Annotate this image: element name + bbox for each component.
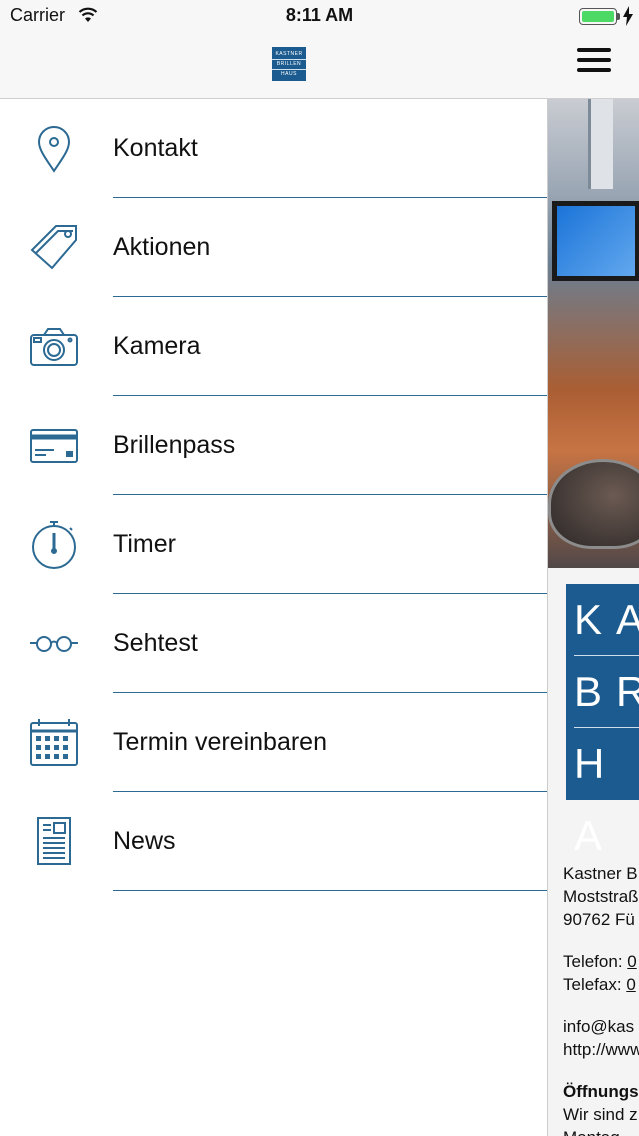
status-bar: Carrier 8:11 AM [0,0,639,32]
hours-day: Montag [563,1128,620,1136]
menu-item-label: Termin vereinbaren [113,728,327,756]
phone-link[interactable]: 0 [627,952,636,971]
stopwatch-icon [24,519,84,571]
battery-icon [579,8,617,25]
logo-row: H A [574,740,619,859]
menu-item-label: Kamera [113,332,201,360]
camera-icon [24,321,84,373]
hours-text: Wir sind z [563,1105,638,1124]
battery-tip [617,13,620,20]
fax-link[interactable]: 0 [626,975,635,994]
shelf-shape [588,99,613,189]
phone-label: Telefon: [563,952,628,971]
menu-item-timer[interactable]: Timer [0,495,547,594]
address-line: Kastner B [563,864,638,883]
menu-item-brillenpass[interactable]: Brillenpass [0,396,547,495]
menu-item-sehtest[interactable]: Sehtest [0,594,547,693]
hamburger-icon-bar [577,58,611,62]
status-time: 8:11 AM [285,5,354,25]
newspaper-icon [24,816,84,868]
address-line: Moststraß [563,887,639,906]
address-line: 90762 Fü [563,910,635,929]
menu-item-label: Kontakt [113,134,198,162]
brand-logo-large: KAS BR H A [566,584,639,859]
monitor-shape [552,201,639,281]
navigation-bar: KASTNER BRILLEN HAUS [0,32,639,99]
location-pin-icon [24,123,84,175]
menu-item-label: News [113,827,176,855]
glasses-icon [24,618,84,670]
store-photo [548,99,639,568]
calendar-icon [24,717,84,769]
email-link[interactable]: info@kas [563,1017,634,1036]
menu-item-label: Sehtest [113,629,198,657]
hamburger-icon-bar [577,68,611,72]
menu-item-label: Aktionen [113,233,211,261]
logo-line: HAUS [281,71,297,77]
menu-item-news[interactable]: News [0,792,547,891]
price-tag-icon [24,222,84,274]
chair-shape [548,459,639,549]
menu-item-termin-vereinbaren[interactable]: Termin vereinbaren [0,693,547,792]
menu-item-label: Brillenpass [113,431,236,459]
main-content[interactable]: KAS BR H A Kastner B Moststraß 90762 Fü … [547,99,639,1136]
brand-logo[interactable]: KASTNER BRILLEN HAUS [272,47,306,81]
card-icon [24,420,84,472]
fax-label: Telefax: [563,975,627,994]
logo-line: KASTNER [272,50,306,60]
menu-item-aktionen[interactable]: Aktionen [0,198,547,297]
menu-item-kontakt[interactable]: Kontakt [0,99,547,198]
contact-info: Kastner B Moststraß 90762 Fü Telefon: 0 … [563,862,639,1136]
hamburger-menu-button[interactable] [577,48,611,78]
logo-line: BRILLEN [272,60,306,70]
menu-item-kamera[interactable]: Kamera [0,297,547,396]
charging-bolt-icon [623,6,633,26]
hamburger-icon-bar [577,48,611,52]
hours-title: Öffnungs [563,1082,639,1101]
logo-row: BR [574,656,639,728]
logo-row: KAS [574,584,639,656]
website-link[interactable]: http://www [563,1040,639,1059]
side-menu-drawer: Kontakt Aktionen Kamera Brillenpass Time… [0,99,547,1136]
menu-item-label: Timer [113,530,176,558]
divider [113,890,547,891]
